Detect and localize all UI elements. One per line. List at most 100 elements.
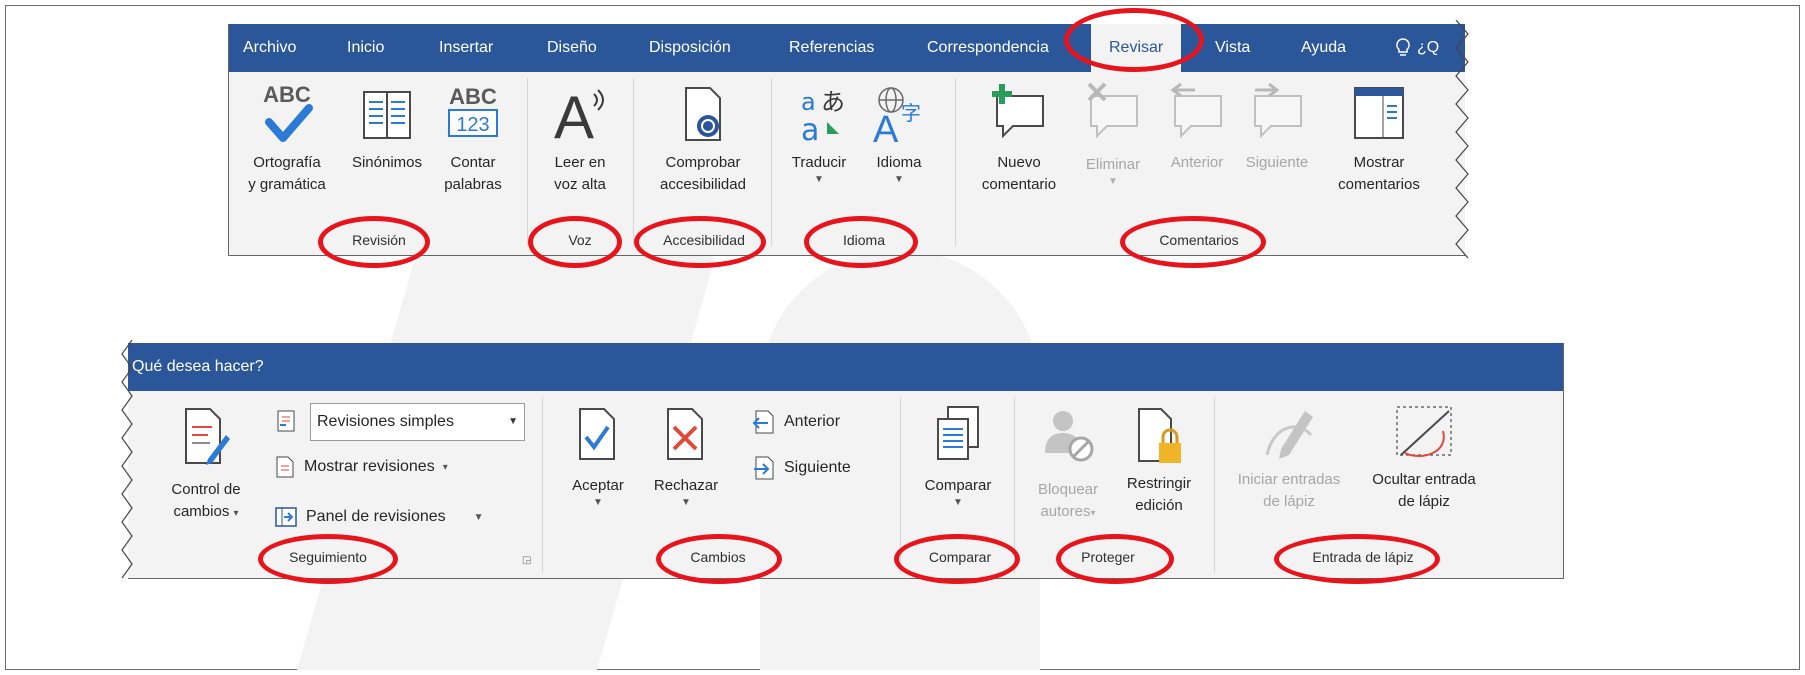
group-separator <box>771 78 772 246</box>
svg-text:字: 字 <box>901 101 921 125</box>
next-change-icon <box>754 456 774 480</box>
lightbulb-icon[interactable] <box>1395 24 1411 72</box>
tab-vista[interactable]: Vista <box>1215 24 1250 72</box>
compare-icon <box>937 406 979 460</box>
tab-ayuda[interactable]: Ayuda <box>1301 24 1346 72</box>
reject-button[interactable]: Rechazar ▼ <box>648 405 724 509</box>
svg-text:ABC: ABC <box>263 82 311 107</box>
track-changes-icon <box>185 408 230 465</box>
block-authors-button[interactable]: Bloquear autores▾ <box>1026 405 1110 525</box>
book-icon <box>363 91 411 139</box>
tell-me-stub[interactable]: ¿Q <box>1417 24 1439 72</box>
tab-referencias[interactable]: Referencias <box>789 24 874 72</box>
group-label-cambios: Cambios <box>690 549 746 565</box>
group-label-proteger: Proteger <box>1081 549 1135 565</box>
delete-comment-icon <box>1087 82 1138 139</box>
svg-text:123: 123 <box>456 114 489 136</box>
tab-bar-bottom: Qué desea hacer? <box>128 343 1563 391</box>
hide-ink-button[interactable]: Ocultar entrada de lápiz <box>1356 405 1492 513</box>
tab-diseno[interactable]: Diseño <box>547 24 597 72</box>
ribbon-top: Archivo Inicio Insertar Diseño Disposici… <box>228 24 1465 256</box>
dropdown-caret-icon: ▼ <box>473 511 484 523</box>
next-comment-icon <box>1254 82 1302 139</box>
group-label-comentarios: Comentarios <box>1159 232 1239 248</box>
torn-edge-left <box>121 340 133 579</box>
previous-comment-icon <box>1170 82 1222 139</box>
show-markup-icon <box>276 456 294 478</box>
accept-button[interactable]: Aceptar ▼ <box>562 405 634 509</box>
svg-text:ABC: ABC <box>449 84 497 109</box>
display-for-review-select[interactable]: Revisiones simples ▼ <box>310 403 525 441</box>
group-label-entrada-lapiz: Entrada de lápiz <box>1312 549 1414 565</box>
dropdown-caret-icon: ▼ <box>814 174 824 185</box>
svg-text:a: a <box>801 113 819 146</box>
group-separator <box>900 397 901 573</box>
dropdown-caret-icon: ▾ <box>233 508 239 519</box>
ribbon-bottom: Qué desea hacer? Control de cambios ▾ Re… <box>128 343 1564 579</box>
thesaurus-button[interactable]: Sinónimos <box>341 82 433 174</box>
restrict-editing-icon <box>1138 408 1181 463</box>
tell-me-box[interactable]: Qué desea hacer? <box>132 343 264 391</box>
tab-disposicion[interactable]: Disposición <box>649 24 731 72</box>
translate-button[interactable]: a あ a Traducir ▼ <box>781 82 857 186</box>
new-comment-button[interactable]: Nuevo comentario <box>971 82 1067 196</box>
dropdown-caret-icon: ▾ <box>1090 508 1096 519</box>
group-label-revision: Revisión <box>352 232 406 248</box>
group-label-seguimiento: Seguimiento <box>289 549 367 565</box>
accessibility-icon <box>685 87 721 141</box>
compare-button[interactable]: Comparar ▼ <box>912 405 1004 509</box>
group-separator <box>1014 397 1015 573</box>
accept-icon <box>579 408 615 460</box>
svg-text:あ: あ <box>821 88 845 116</box>
previous-change-icon <box>752 410 774 434</box>
next-change-button[interactable]: Siguiente <box>752 455 851 481</box>
torn-edge-right <box>1455 20 1469 259</box>
group-separator <box>633 78 634 246</box>
group-label-comparar: Comparar <box>928 549 992 565</box>
tab-revisar[interactable]: Revisar <box>1091 24 1182 73</box>
tab-archivo[interactable]: Archivo <box>243 24 296 72</box>
tab-insertar[interactable]: Insertar <box>439 24 493 72</box>
dropdown-caret-icon: ▾ <box>442 461 448 473</box>
reviewing-pane-button[interactable]: Panel de revisiones ▼ <box>274 505 484 529</box>
reviewing-pane-icon <box>275 507 297 527</box>
group-separator <box>527 78 528 246</box>
show-comments-icon <box>1354 87 1404 139</box>
check-accessibility-button[interactable]: Comprobar accesibilidad <box>643 82 763 196</box>
translate-icon: a あ a <box>801 88 845 146</box>
word-count-icon: ABC 123 <box>448 84 498 137</box>
delete-comment-button[interactable]: Eliminar ▼ <box>1075 82 1151 188</box>
next-comment-button[interactable]: Siguiente <box>1237 82 1317 174</box>
display-review-icon <box>276 409 298 433</box>
language-button[interactable]: A 字 Idioma ▼ <box>861 82 937 186</box>
group-label-idioma: Idioma <box>842 232 886 248</box>
restrict-editing-button[interactable]: Restringir edición <box>1114 405 1204 517</box>
dropdown-caret-icon: ▼ <box>953 497 963 508</box>
show-markup-button[interactable]: Mostrar revisiones ▾ <box>274 455 448 479</box>
reject-icon <box>667 408 703 460</box>
tab-inicio[interactable]: Inicio <box>347 24 384 72</box>
tab-correspondencia[interactable]: Correspondencia <box>927 24 1049 72</box>
dialog-launcher-icon[interactable]: ◲ <box>522 555 531 566</box>
group-separator <box>542 397 543 573</box>
group-separator <box>1214 397 1215 573</box>
group-label-accesibilidad: Accesibilidad <box>663 232 745 248</box>
svg-text:A: A <box>554 84 594 146</box>
dropdown-caret-icon: ▼ <box>681 497 691 508</box>
spelling-grammar-button[interactable]: ABC Ortografía y gramática <box>237 82 337 196</box>
dropdown-caret-icon: ▼ <box>1108 176 1118 187</box>
read-aloud-button[interactable]: A Leer en voz alta <box>537 82 623 196</box>
group-separator <box>955 78 956 246</box>
track-changes-button[interactable]: Control de cambios ▾ <box>158 405 254 525</box>
read-aloud-icon: A <box>554 84 604 146</box>
previous-comment-button[interactable]: Anterior <box>1159 82 1235 174</box>
word-count-button[interactable]: ABC 123 Contar palabras <box>435 82 511 196</box>
previous-change-button[interactable]: Anterior <box>752 409 840 435</box>
show-comments-button[interactable]: Mostrar comentarios <box>1327 82 1431 196</box>
new-comment-icon <box>992 84 1044 139</box>
hide-ink-icon <box>1396 406 1452 457</box>
start-inking-button[interactable]: Iniciar entradas de lápiz <box>1224 405 1354 513</box>
tab-bar: Archivo Inicio Insertar Diseño Disposici… <box>229 24 1465 73</box>
dropdown-caret-icon: ▼ <box>894 174 904 185</box>
block-authors-icon <box>1045 411 1094 462</box>
